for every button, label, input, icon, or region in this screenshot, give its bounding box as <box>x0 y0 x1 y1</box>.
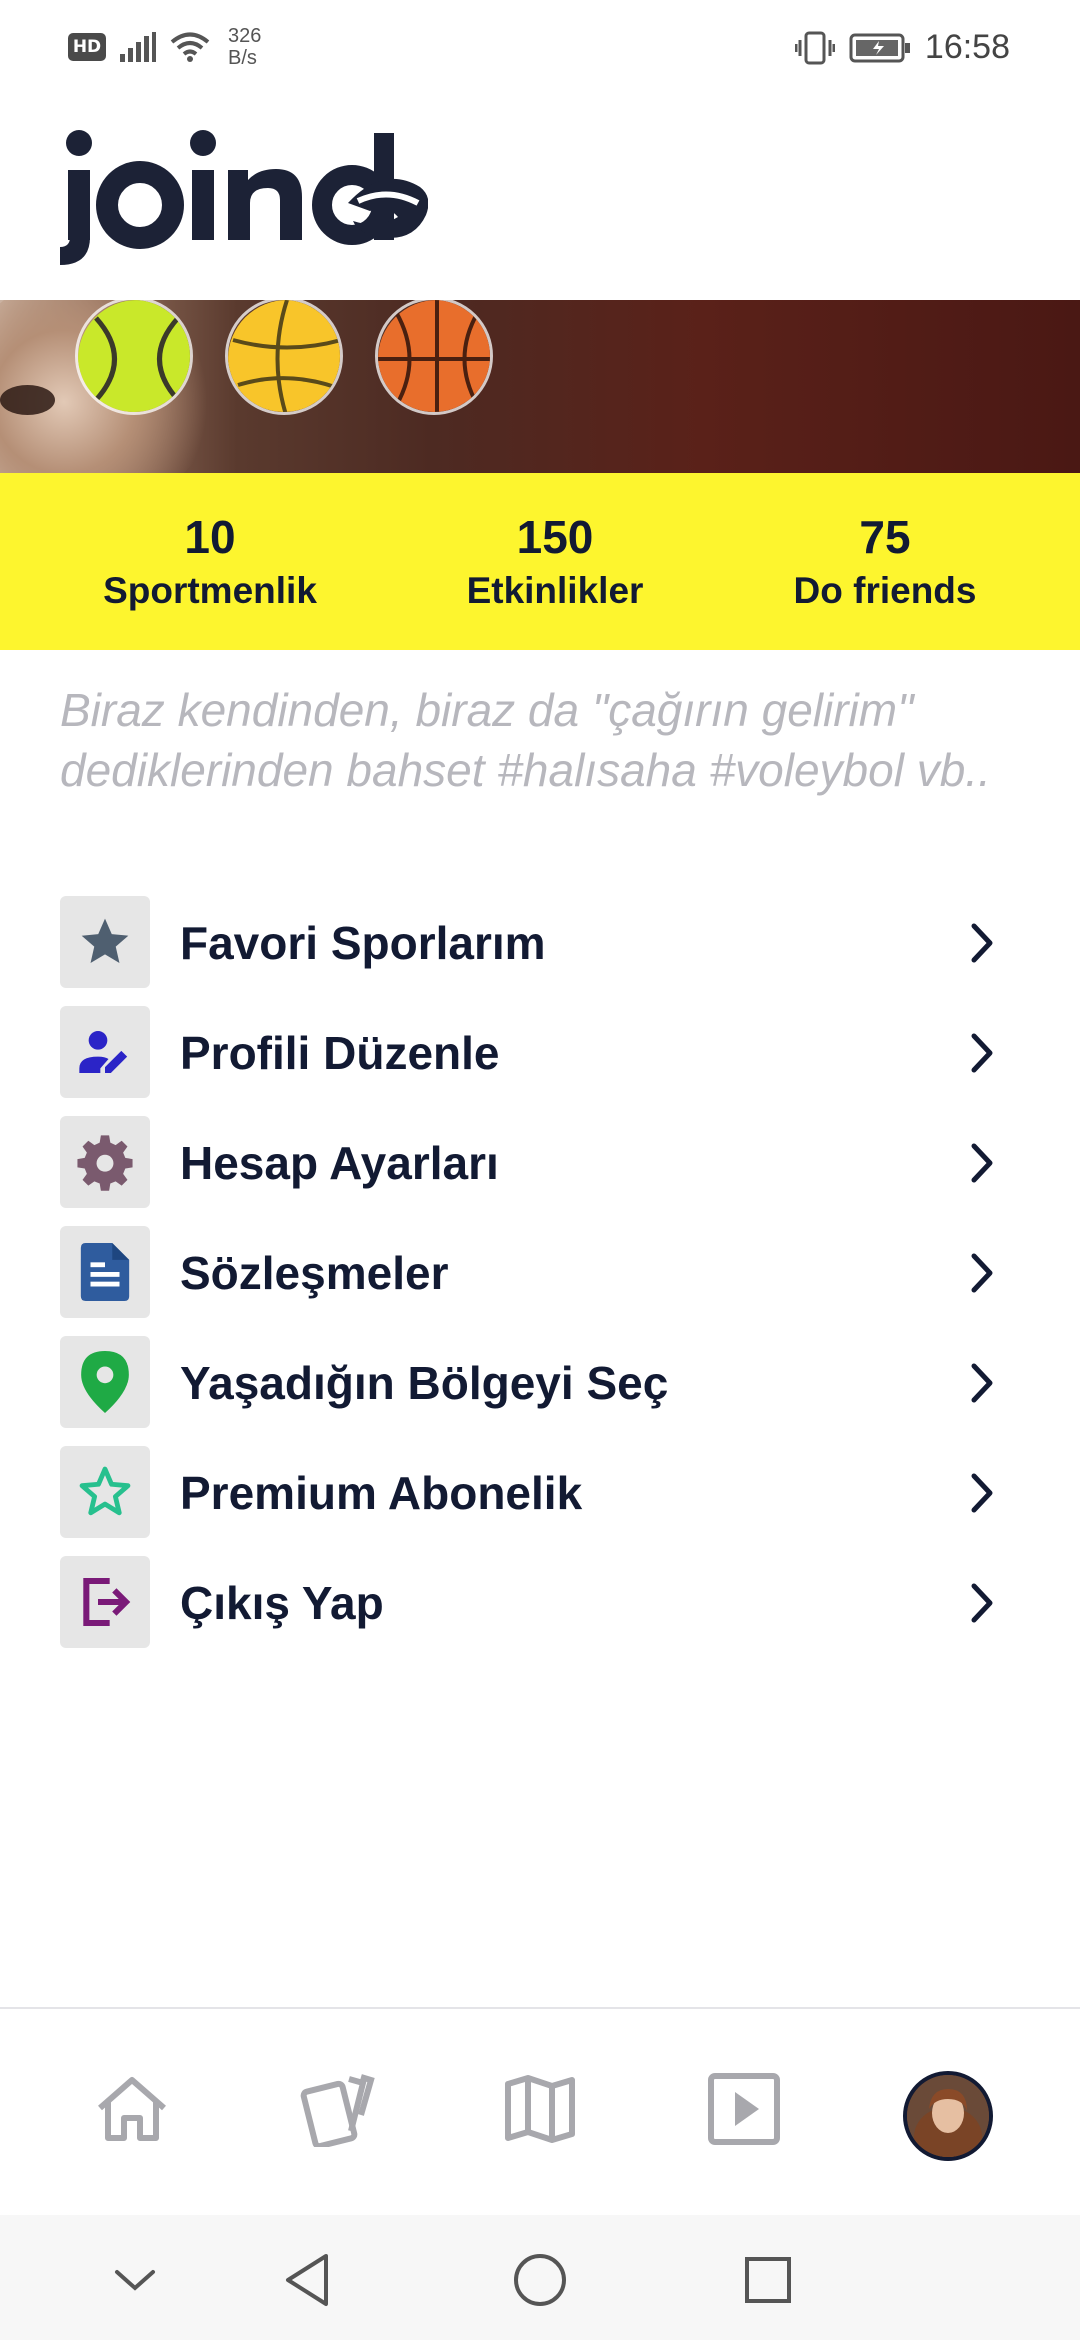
profile-avatar[interactable] <box>903 2071 993 2161</box>
profile-stats: 10 Sportmenlik 150 Etkinlikler 75 Do fri… <box>0 473 1080 650</box>
status-bar-right: 16:58 <box>794 20 1010 75</box>
chevron-right-icon <box>971 1583 993 1623</box>
nav-home-button[interactable] <box>505 2245 575 2315</box>
chevron-right-icon <box>971 1253 993 1293</box>
menu-item-label: Profili Düzenle <box>180 1027 500 1079</box>
menu-icon-box <box>60 896 150 988</box>
app-header <box>0 95 1080 300</box>
chevron-right-icon <box>971 1363 993 1403</box>
cards-icon <box>300 2074 375 2147</box>
edit-user-icon <box>79 1031 128 1073</box>
nav-cards[interactable] <box>295 2067 379 2151</box>
profile-banner <box>0 300 1080 473</box>
stat-value: 10 <box>184 511 236 563</box>
banner-photo-detail <box>0 385 55 415</box>
menu-item-label: Sözleşmeler <box>180 1247 449 1299</box>
nav-back-button[interactable] <box>273 2245 343 2315</box>
signal-icon <box>120 32 156 62</box>
network-speed-unit: B/s <box>228 47 257 69</box>
menu-item-label: Yaşadığın Bölgeyi Seç <box>180 1357 669 1409</box>
menu-item-premium[interactable]: Premium Abonelik <box>0 1438 1080 1548</box>
nav-home[interactable] <box>90 2067 174 2151</box>
location-pin-icon <box>81 1351 129 1413</box>
menu-item-logout[interactable]: Çıkış Yap <box>0 1548 1080 1658</box>
stat-friends[interactable]: 75 Do friends <box>755 509 1015 615</box>
menu-item-edit-profile[interactable]: Profili Düzenle <box>0 998 1080 1108</box>
vibrate-icon <box>794 31 835 64</box>
chevron-right-icon <box>971 1033 993 1073</box>
menu-item-label: Hesap Ayarları <box>180 1137 499 1189</box>
nav-hide-button[interactable] <box>100 2245 170 2315</box>
status-bar-left: HD 326 B/s <box>68 22 261 72</box>
menu-item-label: Premium Abonelik <box>180 1467 583 1519</box>
back-triangle-icon <box>286 2254 328 2306</box>
menu-icon-box <box>60 1226 150 1318</box>
chevron-right-icon <box>971 923 993 963</box>
network-speed-value: 326 <box>228 25 262 47</box>
clock: 16:58 <box>924 28 1010 66</box>
network-speed: 326 B/s <box>228 25 261 69</box>
stat-label: Etkinlikler <box>466 570 644 611</box>
joindo-logo <box>60 130 428 265</box>
bio-input[interactable]: Biraz kendinden, biraz da "çağırın gelir… <box>60 680 1020 800</box>
home-icon <box>98 2077 166 2141</box>
sport-balls <box>75 300 493 415</box>
menu-item-favorite-sports[interactable]: Favori Sporlarım <box>0 888 1080 998</box>
avatar-portrait <box>907 2075 989 2157</box>
document-icon <box>80 1243 130 1301</box>
star-outline-icon <box>79 1466 131 1516</box>
stat-sportmanship[interactable]: 10 Sportmenlik <box>80 509 340 615</box>
logout-icon <box>83 1577 131 1627</box>
menu-item-agreements[interactable]: Sözleşmeler <box>0 1218 1080 1328</box>
menu-icon-box <box>60 1446 150 1538</box>
chevron-down-icon <box>115 2270 155 2291</box>
home-circle-icon <box>514 2254 566 2306</box>
wifi-icon <box>170 32 210 62</box>
menu-item-select-region[interactable]: Yaşadığın Bölgeyi Seç <box>0 1328 1080 1438</box>
stat-value: 150 <box>516 511 594 563</box>
tennis-ball-icon[interactable] <box>75 300 193 415</box>
stat-label: Do friends <box>793 570 977 611</box>
status-bar: HD 326 B/s 16:58 <box>0 0 1080 95</box>
nav-videos[interactable] <box>702 2067 786 2151</box>
nav-recents-button[interactable] <box>733 2245 803 2315</box>
recents-square-icon <box>745 2257 791 2303</box>
stat-label: Sportmenlik <box>103 570 317 611</box>
star-icon <box>81 918 129 963</box>
gear-icon <box>77 1135 133 1191</box>
stat-events[interactable]: 150 Etkinlikler <box>425 509 685 615</box>
menu-item-account-settings[interactable]: Hesap Ayarları <box>0 1108 1080 1218</box>
nav-map[interactable] <box>498 2067 582 2151</box>
chevron-right-icon <box>971 1473 993 1513</box>
menu-item-label: Çıkış Yap <box>180 1577 384 1629</box>
chevron-right-icon <box>971 1143 993 1183</box>
menu-icon-box <box>60 1006 150 1098</box>
bottom-navigation <box>0 2007 1080 2215</box>
menu-item-label: Favori Sporlarım <box>180 917 546 969</box>
menu-icon-box <box>60 1336 150 1428</box>
play-icon <box>708 2073 780 2145</box>
stat-value: 75 <box>859 511 911 563</box>
hd-badge: HD <box>68 33 106 61</box>
menu-icon-box <box>60 1556 150 1648</box>
basketball-icon[interactable] <box>375 300 493 415</box>
battery-icon <box>849 33 910 62</box>
volleyball-icon[interactable] <box>225 300 343 415</box>
map-icon <box>505 2075 575 2143</box>
menu-icon-box <box>60 1116 150 1208</box>
system-navigation-bar <box>0 2215 1080 2340</box>
